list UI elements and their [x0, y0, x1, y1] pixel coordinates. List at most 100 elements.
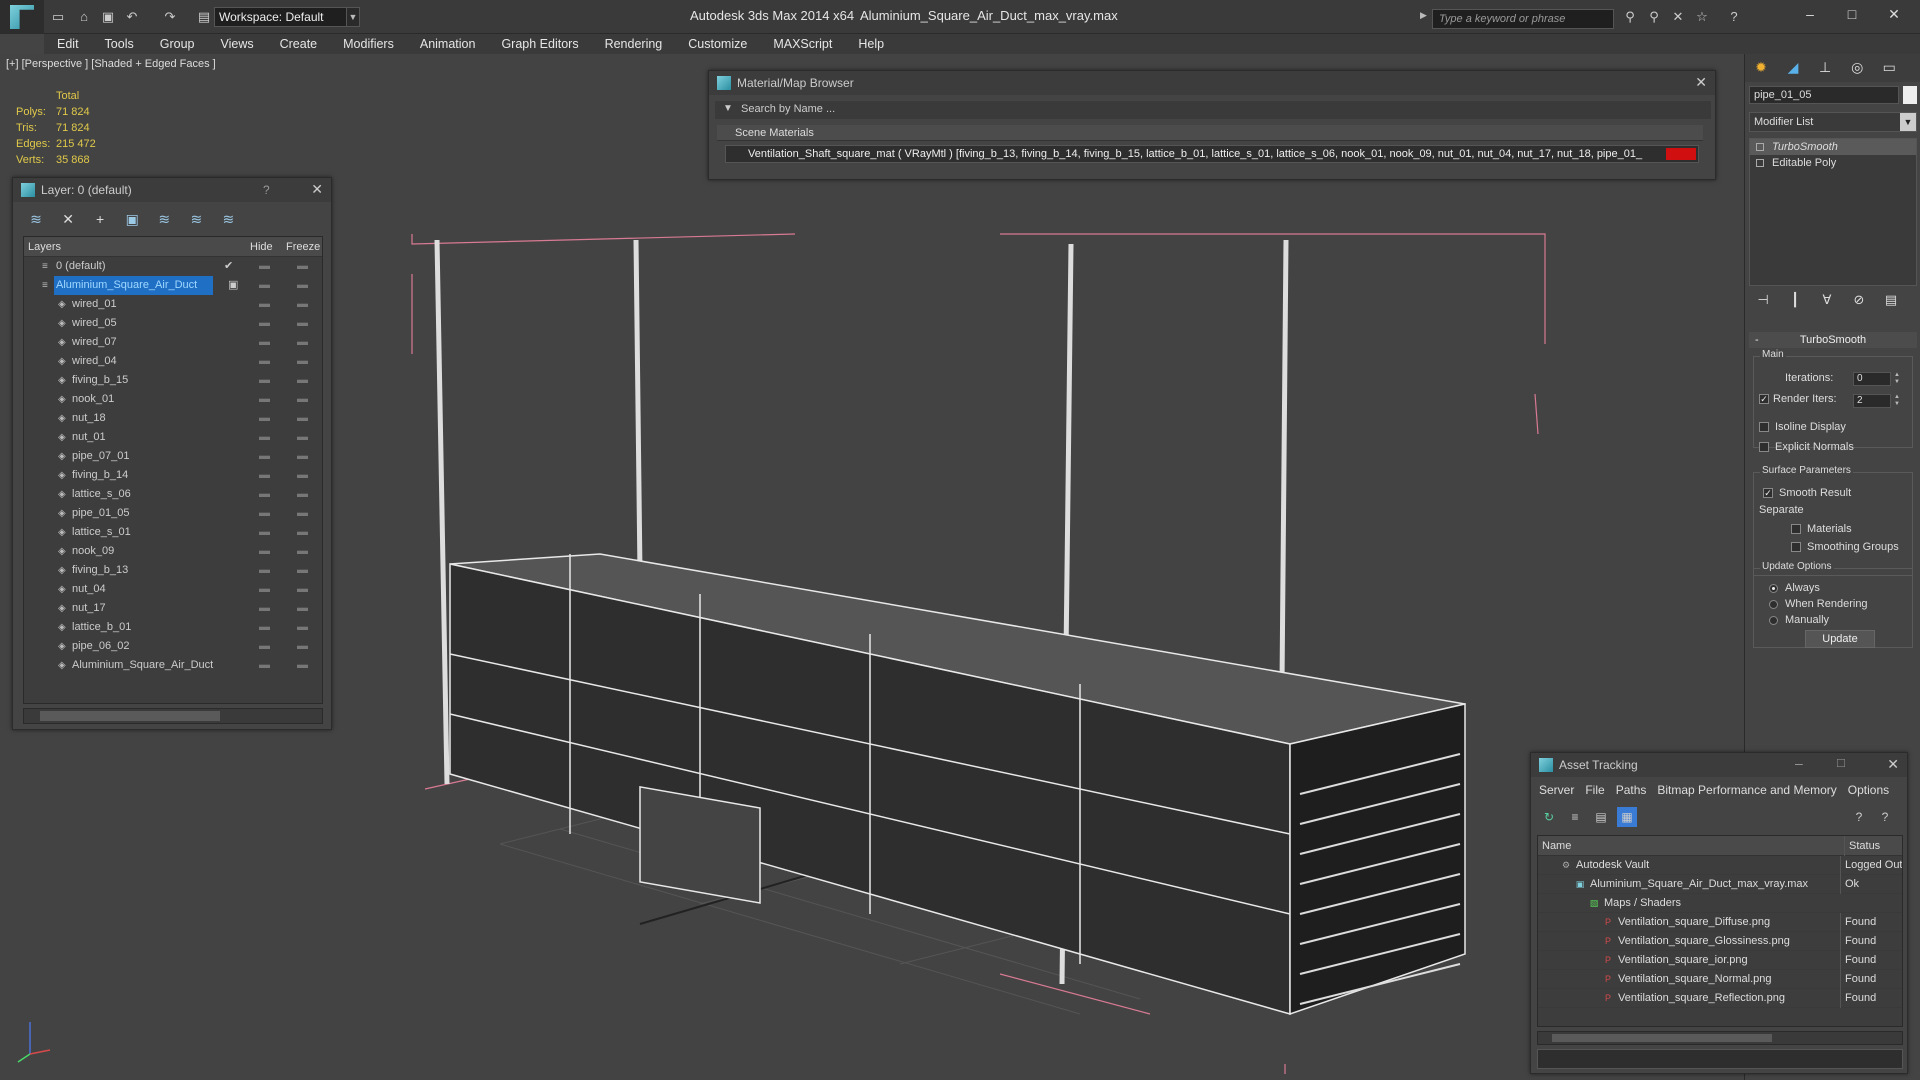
render-iters-checkbox[interactable]: ✓	[1759, 394, 1769, 404]
hide-toggle[interactable]: ▬	[259, 542, 270, 561]
hide-toggle[interactable]: ▬	[259, 656, 270, 675]
isoline-display-checkbox[interactable]	[1759, 422, 1769, 432]
materials-checkbox[interactable]	[1791, 524, 1801, 534]
layer-name[interactable]: 0 (default)	[56, 257, 106, 276]
layer-name[interactable]: pipe_06_02	[72, 637, 130, 656]
hide-toggle[interactable]: ▬	[259, 371, 270, 390]
freeze-toggle[interactable]: ▬	[297, 295, 308, 314]
layer-row[interactable]: ◈ lattice_b_01 ▬ ▬	[24, 618, 322, 637]
explicit-normals-checkbox[interactable]	[1759, 442, 1769, 452]
menu-graph-editors[interactable]: Graph Editors	[488, 34, 591, 54]
layer-row[interactable]: ≡ 0 (default) ✔ ▬ ▬	[24, 257, 322, 276]
hide-toggle[interactable]: ▬	[259, 257, 270, 276]
modifier-list-dropdown[interactable]: Modifier List ▼	[1749, 112, 1917, 132]
layer-name[interactable]: nook_09	[72, 542, 114, 561]
minimize-icon[interactable]: –	[1796, 4, 1824, 24]
close-icon[interactable]: ✕	[1887, 756, 1899, 773]
freeze-toggle[interactable]: ▬	[297, 466, 308, 485]
freeze-toggle[interactable]: ▬	[297, 542, 308, 561]
asset-row[interactable]: P Ventilation_square_Glossiness.png Found	[1538, 932, 1902, 951]
hide-toggle[interactable]: ▬	[259, 599, 270, 618]
layer-name[interactable]: Aluminium_Square_Air_Duct	[54, 276, 214, 295]
freeze-toggle[interactable]: ▬	[297, 523, 308, 542]
menu-help[interactable]: Help	[845, 34, 897, 54]
layer-row[interactable]: ≡ Aluminium_Square_Air_Duct ▣ ▬ ▬	[24, 276, 322, 295]
menu-server[interactable]: Server	[1539, 783, 1574, 797]
create-tab-icon[interactable]: ✹	[1748, 54, 1774, 80]
create-layer-icon[interactable]: ≋	[25, 208, 47, 230]
menu-tools[interactable]: Tools	[92, 34, 147, 54]
help-icon[interactable]: ?	[1726, 9, 1742, 25]
menu-bitmap-performance[interactable]: Bitmap Performance and Memory	[1657, 783, 1836, 797]
help-icon[interactable]: ?	[1849, 807, 1869, 827]
asset-row[interactable]: ⚙ Autodesk Vault Logged Out	[1538, 856, 1902, 875]
pin-stack-icon[interactable]: ⊣	[1753, 292, 1773, 312]
save-file-icon[interactable]: ▣	[100, 9, 116, 25]
asset-horizontal-scrollbar[interactable]	[1537, 1031, 1903, 1045]
layer-name[interactable]: nook_01	[72, 390, 114, 409]
hide-toggle[interactable]: ▬	[259, 637, 270, 656]
search-expand-icon[interactable]: ▶	[1420, 10, 1427, 21]
redo-icon[interactable]: ↷	[162, 9, 178, 25]
make-unique-icon[interactable]: ∀	[1817, 292, 1837, 312]
menu-animation[interactable]: Animation	[407, 34, 489, 54]
layer-row[interactable]: ◈ nut_01 ▬ ▬	[24, 428, 322, 447]
remove-modifier-icon[interactable]: ⊘	[1849, 292, 1869, 312]
table-view-icon[interactable]: ▦	[1617, 807, 1637, 827]
close-icon[interactable]: ✕	[1695, 74, 1707, 91]
freeze-toggle[interactable]: ▬	[297, 599, 308, 618]
iterations-spinner[interactable]: 0	[1853, 372, 1891, 386]
freeze-toggle[interactable]: ▬	[297, 333, 308, 352]
asset-tracking-titlebar[interactable]: Asset Tracking – □ ✕	[1531, 753, 1907, 777]
keyword-search-input[interactable]: Type a keyword or phrase	[1432, 9, 1614, 29]
asset-row[interactable]: P Ventilation_square_Reflection.png Found	[1538, 989, 1902, 1008]
layer-name[interactable]: Aluminium_Square_Air_Duct	[72, 656, 213, 675]
layer-name[interactable]: fiving_b_14	[72, 466, 128, 485]
layer-row[interactable]: ◈ lattice_s_01 ▬ ▬	[24, 523, 322, 542]
delete-layer-icon[interactable]: ✕	[57, 208, 79, 230]
when-rendering-radio[interactable]	[1769, 600, 1778, 609]
select-in-layer-icon[interactable]: ▣	[121, 208, 143, 230]
workspace-selector[interactable]: Workspace: Default ▼	[214, 7, 360, 27]
freeze-toggle[interactable]: ▬	[297, 314, 308, 333]
undo-icon[interactable]: ↶	[124, 9, 140, 25]
freeze-toggle[interactable]: ▬	[297, 447, 308, 466]
material-list-item[interactable]: Ventilation_Shaft_square_mat ( VRayMtl )…	[725, 145, 1699, 163]
menu-group[interactable]: Group	[147, 34, 208, 54]
show-end-result-icon[interactable]: ┃	[1785, 292, 1805, 312]
hide-toggle[interactable]: ▬	[259, 409, 270, 428]
layer-row[interactable]: ◈ fiving_b_15 ▬ ▬	[24, 371, 322, 390]
menu-modifiers[interactable]: Modifiers	[330, 34, 407, 54]
maximize-icon[interactable]: □	[1838, 4, 1866, 24]
layer-row[interactable]: ◈ Aluminium_Square_Air_Duct ▬ ▬	[24, 656, 322, 675]
freeze-toggle[interactable]: ▬	[297, 352, 308, 371]
render-iters-spinner[interactable]: 2	[1853, 394, 1891, 408]
col-freeze[interactable]: Freeze	[286, 241, 320, 253]
hide-toggle[interactable]: ▬	[259, 618, 270, 637]
hide-toggle[interactable]: ▬	[259, 314, 270, 333]
workspace-dropdown-button[interactable]: ▼	[346, 7, 360, 27]
layer-row[interactable]: ◈ lattice_s_06 ▬ ▬	[24, 485, 322, 504]
hide-toggle[interactable]: ▬	[259, 390, 270, 409]
layer-name[interactable]: lattice_b_01	[72, 618, 131, 637]
layer-name[interactable]: wired_07	[72, 333, 117, 352]
maximize-icon[interactable]: □	[1837, 755, 1845, 770]
refresh-icon[interactable]: ↻	[1539, 807, 1559, 827]
freeze-toggle[interactable]: ▬	[297, 409, 308, 428]
col-hide[interactable]: Hide	[250, 241, 273, 253]
freeze-toggle[interactable]: ▬	[297, 485, 308, 504]
project-folder-icon[interactable]: ▤	[196, 9, 212, 25]
layer-name[interactable]: nut_17	[72, 599, 106, 618]
open-file-icon[interactable]: ⌂	[76, 9, 92, 25]
layer-name[interactable]: pipe_01_05	[72, 504, 130, 523]
hide-toggle[interactable]: ▬	[259, 466, 270, 485]
layer-name[interactable]: wired_04	[72, 352, 117, 371]
asset-row[interactable]: P Ventilation_square_Normal.png Found	[1538, 970, 1902, 989]
layer-row[interactable]: ◈ nook_01 ▬ ▬	[24, 390, 322, 409]
layer-name[interactable]: nut_01	[72, 428, 106, 447]
scene-materials-section[interactable]: Scene Materials	[717, 125, 1703, 141]
active-layer-check-icon[interactable]: ✔	[224, 257, 233, 276]
asset-row[interactable]: ▧ Maps / Shaders	[1538, 894, 1902, 913]
add-selection-icon[interactable]: ▣	[228, 276, 238, 295]
hide-toggle[interactable]: ▬	[259, 523, 270, 542]
